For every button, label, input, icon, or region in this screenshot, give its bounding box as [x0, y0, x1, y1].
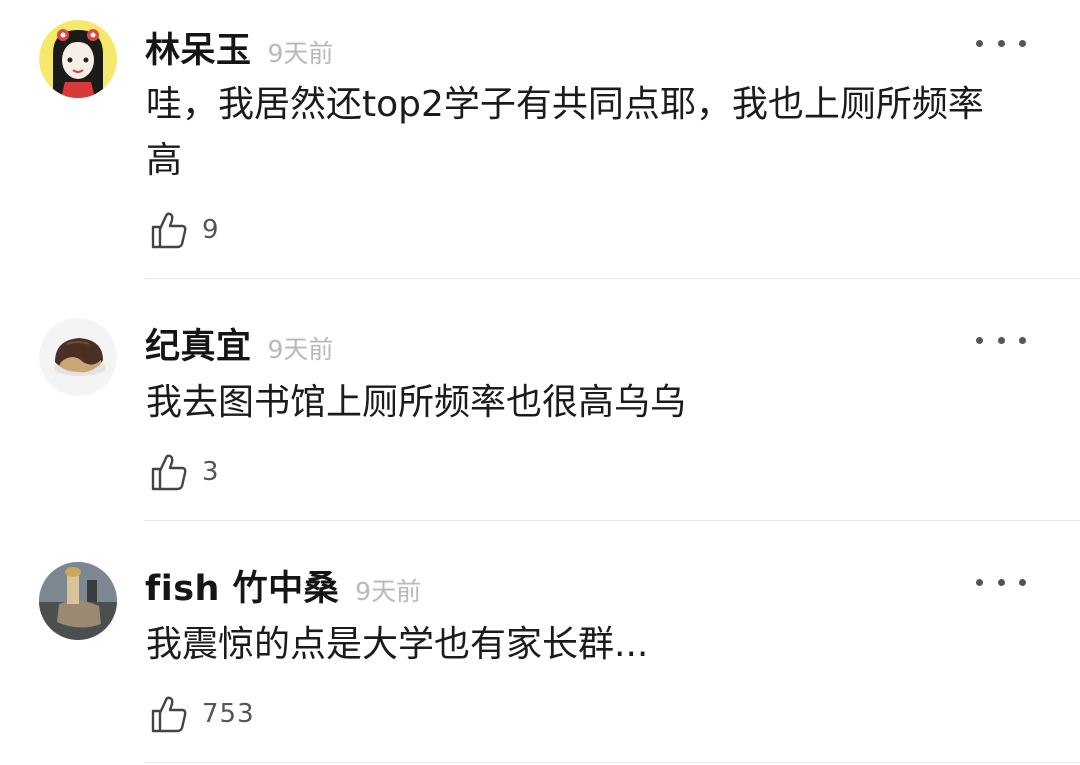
username[interactable]: fish 竹中桑: [145, 560, 339, 611]
like-count: 753: [202, 699, 255, 729]
thumbs-up-icon: [151, 696, 187, 733]
timestamp: 9天前: [355, 577, 422, 606]
like-button[interactable]: 753: [150, 692, 255, 736]
divider: [145, 762, 1080, 763]
comment-list: 林呆玉 9天前 哇，我居然还top2学子有共同点耶，我也上厕所频率高 9 纪真宜…: [0, 0, 1080, 765]
avatar[interactable]: [39, 562, 117, 640]
comment-text: 我震惊的点是大学也有家长群...: [146, 624, 649, 665]
photo-avatar-icon: [39, 562, 117, 640]
more-options-icon[interactable]: [976, 572, 1026, 592]
comment-item: fish 竹中桑 9天前 我震惊的点是大学也有家长群... 753: [0, 0, 1080, 765]
